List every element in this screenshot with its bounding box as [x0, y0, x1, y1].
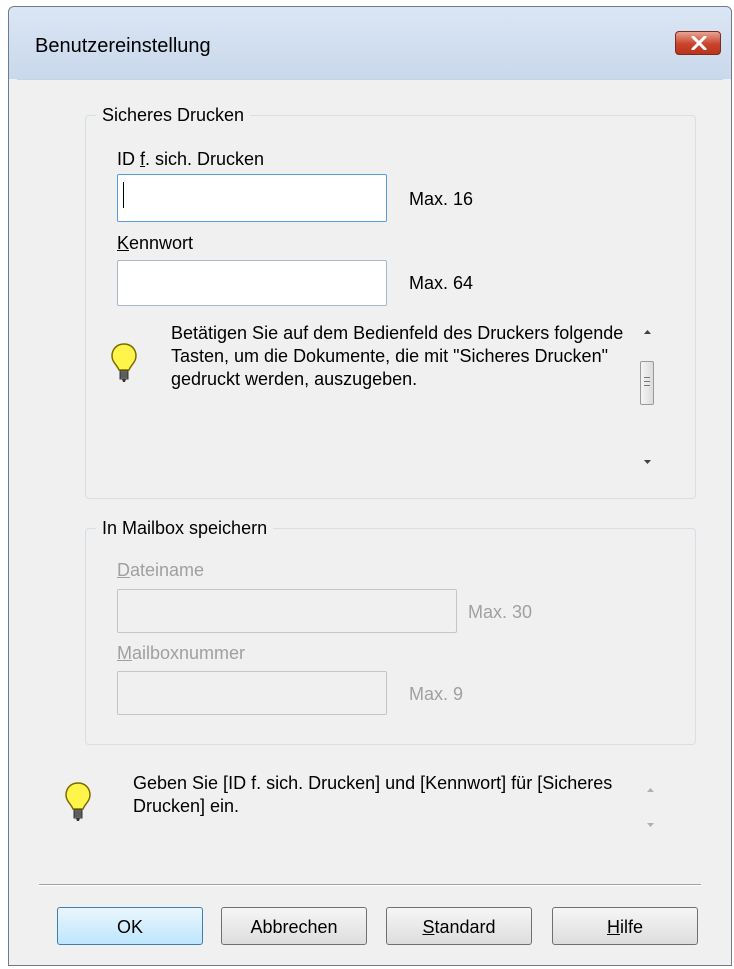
window-title: Benutzereinstellung	[35, 35, 211, 57]
scroll-grip	[644, 385, 650, 386]
client-top-border	[17, 79, 723, 80]
password-max: Max. 64	[409, 273, 474, 293]
ok-button[interactable]: OK	[57, 907, 203, 945]
password-label: Kennwort	[117, 233, 194, 253]
help-mnemonic: H	[606, 917, 620, 937]
close-icon	[691, 36, 707, 50]
mailbox-number-input[interactable]	[117, 671, 387, 715]
secure-print-group: Sicheres Drucken ID f. sich. Drucken Max…	[85, 103, 696, 499]
info-scrollbar[interactable]	[639, 323, 656, 471]
secure-id-max: Max. 16	[409, 189, 474, 209]
scroll-up-arrow-icon[interactable]	[639, 323, 656, 340]
title-bar: Benutzereinstellung	[9, 7, 731, 79]
dialog-client-area: Sicheres Drucken ID f. sich. Drucken Max…	[9, 79, 731, 965]
dialog-window: Benutzereinstellung Sicheres Drucken ID …	[8, 6, 732, 966]
scroll-up-arrow-icon[interactable]	[642, 781, 659, 798]
help-label: ilfe	[619, 917, 643, 937]
standard-label: tandard	[434, 917, 496, 937]
mailbox-legend: In Mailbox speichern	[96, 516, 274, 540]
filename-label: Dateiname	[117, 560, 205, 580]
cancel-button[interactable]: Abbrechen	[221, 907, 367, 945]
scroll-grip	[644, 381, 650, 382]
secure-id-label: ID f. sich. Drucken	[117, 149, 265, 169]
lightbulb-icon	[65, 782, 91, 821]
secure-print-info-text: Betätigen Sie auf dem Bedienfeld des Dru…	[171, 323, 624, 389]
scroll-down-arrow-icon[interactable]	[642, 817, 659, 834]
filename-input[interactable]	[117, 589, 457, 633]
password-input[interactable]	[117, 260, 387, 306]
standard-button[interactable]: Standard	[386, 907, 532, 945]
secure-print-legend: Sicheres Drucken	[96, 103, 251, 127]
close-button[interactable]	[675, 31, 721, 55]
secure-id-input[interactable]	[117, 174, 387, 222]
mailbox-number-max: Max. 9	[409, 684, 464, 704]
hint-scrollbar[interactable]	[642, 775, 659, 837]
mailbox-number-label: Mailboxnummer	[117, 643, 246, 663]
hint-text: Geben Sie [ID f. sich. Drucken] und [Ken…	[133, 773, 613, 816]
scroll-thumb[interactable]	[640, 361, 654, 405]
scroll-down-arrow-icon[interactable]	[639, 454, 656, 471]
help-button[interactable]: Hilfe	[552, 907, 698, 945]
filename-max: Max. 30	[468, 602, 533, 622]
standard-mnemonic: S	[422, 917, 435, 937]
button-separator	[39, 884, 701, 886]
text-caret	[123, 182, 124, 208]
lightbulb-icon	[111, 343, 137, 382]
scroll-grip	[644, 377, 650, 378]
mailbox-group: In Mailbox speichern Dateiname Max. 30 M…	[85, 516, 696, 745]
